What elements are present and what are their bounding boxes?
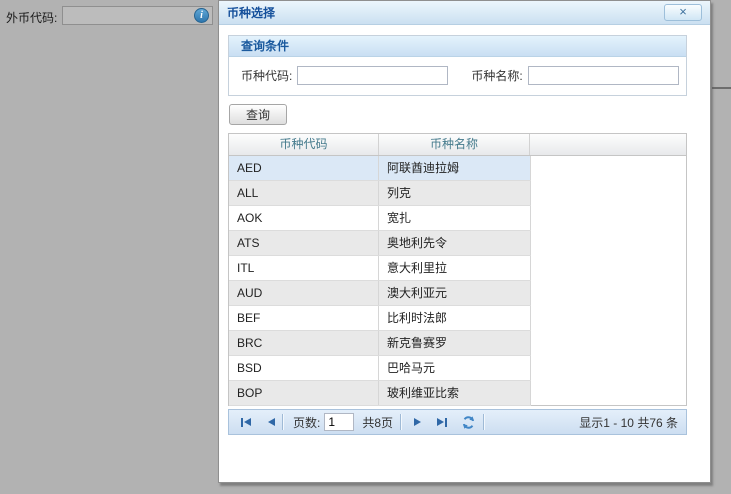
currency-code-input[interactable] — [297, 66, 448, 85]
table-row[interactable]: AUD 澳大利亚元 — [229, 281, 531, 306]
cell-code: ATS — [229, 231, 379, 255]
cell-code: BSD — [229, 356, 379, 380]
cell-code: AOK — [229, 206, 379, 230]
currency-name-label: 币种名称: — [471, 67, 522, 84]
grid-header: 币种代码 币种名称 — [229, 134, 686, 156]
cell-code: ALL — [229, 181, 379, 205]
page-number-input[interactable] — [324, 413, 354, 431]
close-icon[interactable]: × — [664, 4, 702, 21]
table-row[interactable]: BOP 玻利维亚比索 — [229, 381, 531, 406]
table-row[interactable]: ALL 列克 — [229, 181, 531, 206]
table-row[interactable]: ITL 意大利里拉 — [229, 256, 531, 281]
currency-code-label: 币种代码: — [241, 67, 292, 84]
toolbar-separator — [483, 414, 485, 430]
cell-code: AED — [229, 156, 379, 180]
foreign-currency-code-label: 外币代码: — [6, 9, 57, 26]
cell-code: BRC — [229, 331, 379, 355]
table-row[interactable]: BSD 巴哈马元 — [229, 356, 531, 381]
table-row[interactable]: BRC 新克鲁赛罗 — [229, 331, 531, 356]
next-page-icon[interactable] — [414, 414, 421, 430]
dialog-titlebar: 币种选择 × — [219, 1, 710, 25]
cell-name: 奥地利先令 — [379, 231, 531, 255]
cell-name: 新克鲁赛罗 — [379, 331, 531, 355]
toolbar-separator — [282, 414, 284, 430]
currency-grid: 币种代码 币种名称 AED 阿联酋迪拉姆 ALL 列克 AOK 宽扎 ATS 奥… — [228, 133, 687, 406]
first-page-icon[interactable] — [241, 414, 251, 430]
cell-name: 澳大利亚元 — [379, 281, 531, 305]
cell-name: 比利时法郎 — [379, 306, 531, 330]
query-conditions-panel: 查询条件 币种代码: 币种名称: — [228, 35, 687, 96]
paging-toolbar: 页数: 共8页 显示1 - 10 共76 条 — [228, 409, 687, 435]
query-conditions-body: 币种代码: 币种名称: — [229, 57, 686, 94]
currency-select-dialog: 币种选择 × 查询条件 币种代码: 币种名称: 查询 币种代码 币种名称 AED… — [218, 0, 711, 483]
table-row[interactable]: AOK 宽扎 — [229, 206, 531, 231]
cell-name: 列克 — [379, 181, 531, 205]
query-conditions-header: 查询条件 — [229, 36, 686, 57]
column-header-code[interactable]: 币种代码 — [229, 134, 379, 155]
refresh-icon[interactable] — [461, 415, 476, 430]
toolbar-separator — [400, 414, 402, 430]
table-row[interactable]: BEF 比利时法郎 — [229, 306, 531, 331]
foreign-currency-code-input[interactable] — [62, 6, 213, 25]
cell-code: BOP — [229, 381, 379, 405]
cell-name: 意大利里拉 — [379, 256, 531, 280]
table-row[interactable]: AED 阿联酋迪拉姆 — [229, 156, 531, 181]
cell-name: 巴哈马元 — [379, 356, 531, 380]
cell-name: 玻利维亚比索 — [379, 381, 531, 405]
prev-page-icon[interactable] — [268, 414, 275, 430]
cell-code: BEF — [229, 306, 379, 330]
column-header-empty — [530, 134, 686, 155]
last-page-icon[interactable] — [437, 414, 447, 430]
cell-code: AUD — [229, 281, 379, 305]
cell-name: 宽扎 — [379, 206, 531, 230]
background-divider-line — [712, 87, 731, 89]
cell-code: ITL — [229, 256, 379, 280]
grid-rows: AED 阿联酋迪拉姆 ALL 列克 AOK 宽扎 ATS 奥地利先令 ITL 意… — [229, 156, 686, 406]
query-button[interactable]: 查询 — [229, 104, 287, 125]
paging-summary: 显示1 - 10 共76 条 — [579, 414, 678, 431]
currency-name-input[interactable] — [528, 66, 679, 85]
cell-name: 阿联酋迪拉姆 — [379, 156, 531, 180]
page-number-label: 页数: — [293, 414, 320, 431]
dialog-title: 币种选择 — [227, 4, 275, 21]
table-row[interactable]: ATS 奥地利先令 — [229, 231, 531, 256]
column-header-name[interactable]: 币种名称 — [379, 134, 530, 155]
total-pages-label: 共8页 — [362, 414, 393, 431]
info-icon[interactable]: i — [194, 8, 209, 23]
